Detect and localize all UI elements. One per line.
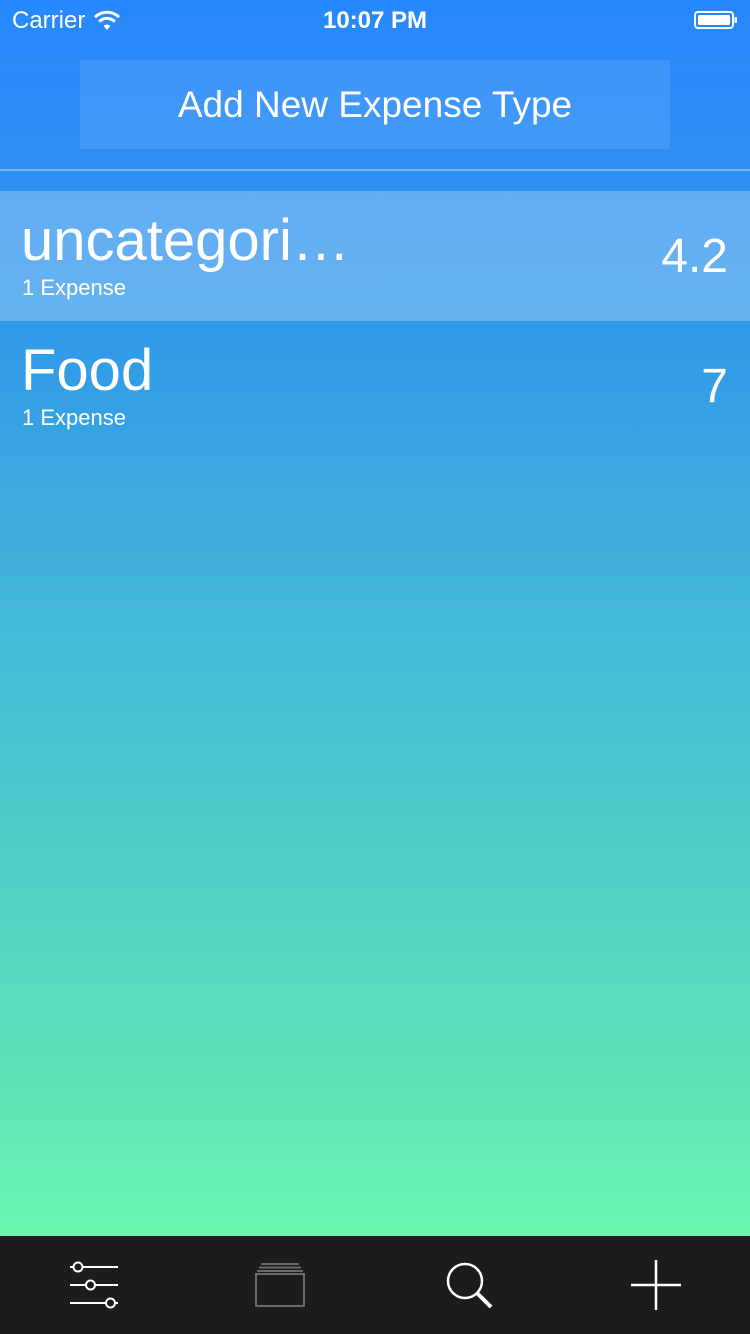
stack-icon [255, 1261, 307, 1309]
header-divider [0, 169, 750, 171]
expense-type-list: uncategori… 1 Expense 4.2 Food 1 Expense… [0, 191, 750, 451]
tab-add[interactable] [563, 1236, 750, 1334]
expense-type-row-uncategorized[interactable]: uncategori… 1 Expense 4.2 [0, 191, 750, 321]
expense-type-row-food[interactable]: Food 1 Expense 7 [0, 321, 750, 451]
expense-total: 7 [701, 360, 728, 413]
tab-settings[interactable] [0, 1236, 188, 1334]
tab-overview[interactable] [188, 1236, 376, 1334]
battery-icon [694, 11, 738, 29]
sliders-icon [68, 1259, 120, 1311]
tab-search[interactable] [375, 1236, 563, 1334]
expense-count: 1 Expense [22, 275, 126, 300]
add-expense-type-button[interactable]: Add New Expense Type [80, 60, 670, 149]
plus-icon [630, 1259, 682, 1311]
search-icon [443, 1259, 495, 1311]
tab-bar [0, 1236, 750, 1334]
expense-count: 1 Expense [22, 405, 126, 430]
expense-type-name: uncategori… [21, 209, 350, 273]
expense-type-name: Food [21, 339, 154, 403]
expense-total: 4.2 [661, 230, 728, 283]
status-time: 10:07 PM [322, 7, 428, 34]
status-bar: Carrier 10:07 PM [0, 0, 750, 40]
